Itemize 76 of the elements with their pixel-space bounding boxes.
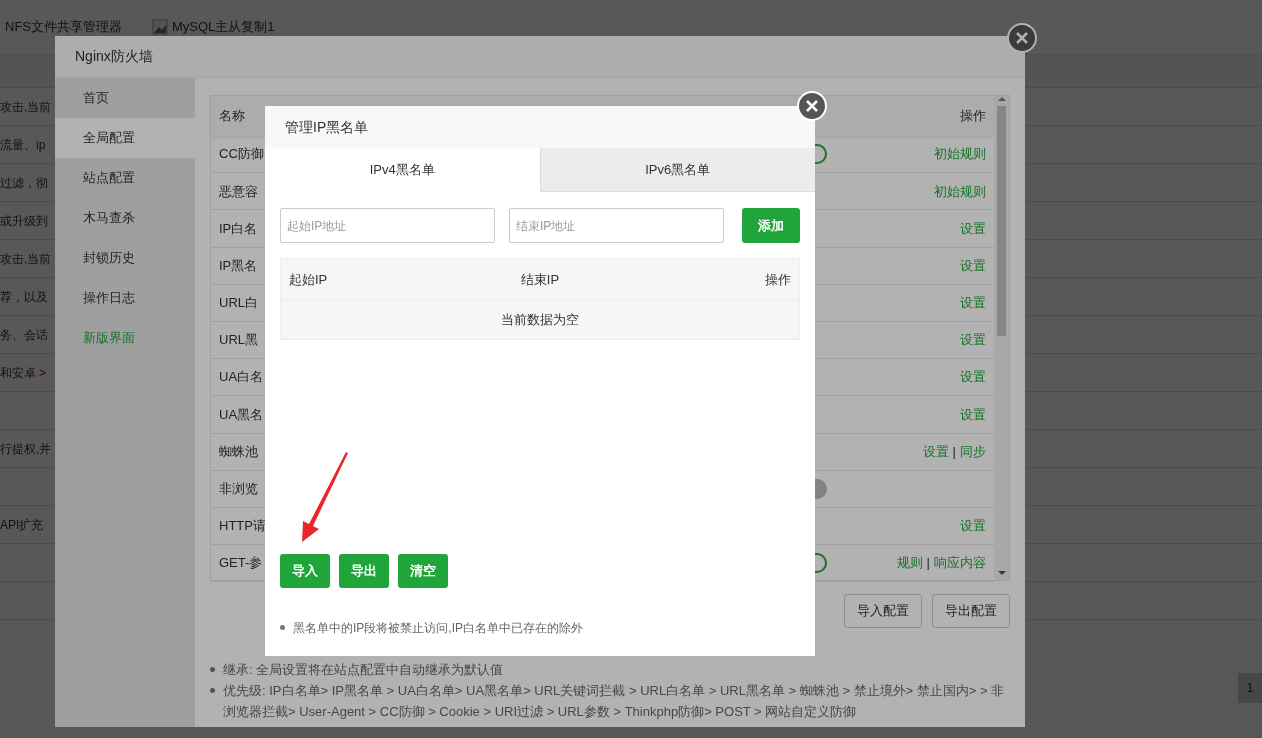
row-text: 行提权,并 [0, 440, 52, 458]
column-header: 结束IP [519, 270, 561, 289]
table-cell-text: URL白 [219, 294, 258, 313]
note-text: 优先级: IP白名单> IP黑名单 > UA白名单> UA黑名单> URL关键词拦截 > URL白名单 > URL黑名单 > 蜘蛛池 > 禁止境外> 禁止国内> > 非浏览器拦截> User-Agent > CC防御 > Cookie > URI过滤 > URL参数 > Thinkphp防御> POST > 网站自定义防御 [223, 681, 1006, 721]
dialog-title: 管理IP黑名单 [265, 106, 815, 148]
sidebar-item[interactable]: 操作日志 [55, 278, 195, 318]
row-text: 务、会话 [0, 326, 48, 344]
sidebar-item[interactable]: 新版界面 [55, 318, 195, 358]
table-cell-text: URL黑 [219, 331, 258, 350]
bullet-icon [280, 625, 285, 630]
action-link[interactable]: 设置 [960, 367, 986, 387]
tab[interactable]: IPv6黑名单 [539, 148, 815, 192]
table-cell-text: IP黑名 [219, 256, 258, 275]
table-cell-text: HTTP请 [219, 517, 266, 536]
row-text: 或升级到 [0, 212, 48, 230]
close-icon[interactable] [805, 99, 819, 113]
tab-label[interactable]: NFS文件共享管理器 [5, 17, 122, 37]
input-field[interactable]: 结束IP地址 [509, 208, 724, 243]
arrow-up-icon[interactable] [997, 96, 1006, 102]
tab-label[interactable]: MySQL主从复制1 [172, 17, 275, 37]
action-link[interactable]: 规则 [896, 553, 923, 573]
row-text: 流量、ip [0, 136, 46, 154]
row-text: 攻击,当前 [0, 98, 52, 116]
sidebar-item[interactable]: 站点配置 [55, 158, 195, 198]
action-link[interactable]: 设置 [960, 330, 986, 350]
note-text: 黑名单中的IP段将被禁止访问,IP白名单中已存在的除外 [293, 620, 583, 637]
row-text: 过滤，彻 [0, 174, 48, 192]
table-cell-text: 恶意容 [219, 182, 258, 201]
config-button[interactable]: 导入配置 [844, 594, 922, 628]
row-text: 荐，以及 [0, 288, 48, 306]
bullet-icon [210, 687, 215, 693]
sidebar-item[interactable]: 木马查杀 [55, 198, 195, 238]
sidebar-item[interactable]: 首页 [55, 78, 195, 118]
action-link[interactable]: 设置 [960, 218, 986, 239]
column-header: 操作 [764, 270, 791, 289]
action-link[interactable]: 初始规则 [934, 181, 986, 202]
action-link[interactable]: 设置 [960, 293, 986, 313]
action-link[interactable]: 设置 [960, 516, 986, 536]
add-button[interactable]: 添加 [742, 208, 800, 243]
action-link[interactable]: 设置 [960, 404, 986, 425]
separator-text: | [952, 442, 956, 461]
note-text: 继承: 全局设置将在站点配置中自动继承为默认值 [223, 660, 504, 679]
table-cell-text: 非浏览 [219, 480, 258, 499]
column-header: 起始IP [289, 270, 329, 289]
column-header: 操作 [960, 107, 986, 126]
link-arrow[interactable]: > [39, 363, 46, 382]
dialog-title: Nginx防火墙 [55, 36, 1025, 78]
arrow-down-icon[interactable] [997, 570, 1006, 576]
empty-text: 当前数据为空 [501, 311, 579, 330]
sidebar-item[interactable]: 全局配置 [55, 118, 195, 158]
action-link[interactable]: 响应内容 [934, 553, 986, 573]
row-text: 和安卓 [0, 364, 36, 382]
bullet-icon [210, 666, 215, 672]
close-button[interactable] [1007, 23, 1037, 53]
close-icon[interactable] [1015, 31, 1029, 45]
column-header: 名称 [219, 107, 245, 126]
table-cell-text: UA白名 [219, 368, 264, 387]
action-link[interactable]: 设置 [922, 441, 949, 462]
action-button[interactable]: 导出 [339, 554, 389, 588]
action-link[interactable]: 设置 [960, 255, 986, 276]
table-cell-text: GET-参 [219, 554, 263, 573]
row-text: API扩充 [0, 516, 44, 534]
separator-text: | [926, 554, 930, 573]
action-button[interactable]: 清空 [398, 554, 448, 588]
table-cell-text: CC防御 [219, 145, 264, 164]
action-button[interactable]: 导入 [280, 554, 330, 588]
sidebar-item[interactable]: 封锁历史 [55, 238, 195, 278]
input-field[interactable]: 起始IP地址 [280, 208, 495, 243]
table-cell-text: IP白名 [219, 219, 258, 238]
action-link[interactable]: 初始规则 [934, 144, 986, 164]
action-link[interactable]: 同步 [960, 441, 986, 462]
config-button[interactable]: 导出配置 [932, 594, 1010, 628]
table-cell-text: UA黑名 [219, 405, 264, 424]
row-text: 攻击,当前 [0, 250, 52, 268]
scrollbar[interactable] [994, 96, 1009, 580]
table-cell-text: 蜘蛛池 [219, 442, 258, 461]
